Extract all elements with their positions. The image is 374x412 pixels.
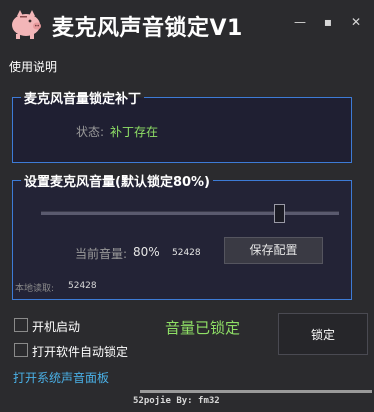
lock-button[interactable]: 锁定 bbox=[278, 313, 368, 355]
autostart-checkbox[interactable]: 开机启动 bbox=[14, 318, 114, 334]
autolock-checkbox[interactable]: 打开软件自动锁定 bbox=[14, 343, 154, 359]
footer-divider bbox=[140, 390, 372, 393]
minimize-button[interactable]: — bbox=[292, 14, 308, 30]
open-sound-panel-link[interactable]: 打开系统声音面板 bbox=[13, 369, 109, 386]
patch-group-title: 麦克风音量锁定补丁 bbox=[21, 88, 145, 107]
piggy-bank-icon bbox=[8, 6, 44, 42]
help-menu-item[interactable]: 使用说明 bbox=[9, 58, 57, 75]
volume-slider-thumb[interactable] bbox=[273, 204, 285, 223]
autolock-checkbox-box[interactable] bbox=[14, 343, 28, 357]
autostart-label: 开机启动 bbox=[32, 320, 81, 334]
close-button[interactable]: ✕ bbox=[348, 14, 364, 30]
patch-group: 麦克风音量锁定补丁 状态: 补丁存在 bbox=[12, 88, 352, 163]
autostart-checkbox-box[interactable] bbox=[14, 318, 28, 332]
footer-credit: 52pojie By: fm32 bbox=[133, 396, 220, 406]
app-title: 麦克风声音锁定V1 bbox=[52, 16, 243, 41]
current-volume-label: 当前音量: bbox=[75, 247, 128, 261]
lock-status-text: 音量已锁定 bbox=[165, 319, 241, 337]
maximize-button[interactable]: ▪ bbox=[320, 14, 336, 30]
local-read-label: 本地读取: bbox=[15, 284, 55, 294]
title-bar: 麦克风声音锁定V1 — ▪ ✕ bbox=[0, 0, 374, 52]
local-read-value: 52428 bbox=[68, 281, 97, 291]
autolock-label: 打开软件自动锁定 bbox=[32, 345, 129, 359]
save-config-button[interactable]: 保存配置 bbox=[224, 237, 323, 264]
patch-status-label: 状态: bbox=[76, 125, 105, 139]
current-volume-raw: 52428 bbox=[172, 248, 201, 258]
volume-group-title: 设置麦克风音量(默认锁定80%) bbox=[21, 171, 213, 190]
patch-status-value: 补丁存在 bbox=[110, 125, 159, 139]
volume-slider[interactable] bbox=[41, 211, 339, 215]
current-volume-value: 80% bbox=[133, 245, 160, 259]
volume-group: 设置麦克风音量(默认锁定80%) 当前音量: 80% 52428 保存配置 本地… bbox=[12, 171, 352, 300]
